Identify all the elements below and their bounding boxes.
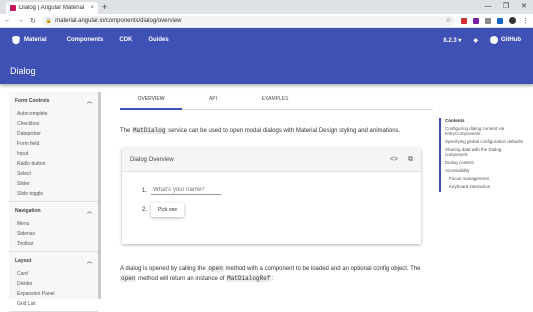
back-icon[interactable]: ← xyxy=(4,17,11,24)
chevron-up-icon: ︿ xyxy=(87,98,92,105)
page-header: Dialog xyxy=(0,52,533,84)
sidenav-section: Layout︿ Card Divider Expansion Panel Gri… xyxy=(9,252,98,312)
sidenav-item[interactable]: Checkbox xyxy=(9,119,98,129)
sidenav-item[interactable]: Radio button xyxy=(9,159,98,169)
chevron-up-icon: ︿ xyxy=(87,258,92,265)
doc-tabs: OVERVIEW API EXAMPLES xyxy=(120,86,433,110)
url-text: material.angular.io/components/dialog/ov… xyxy=(55,18,181,24)
close-tab-icon[interactable]: × xyxy=(90,5,94,11)
toc-link[interactable]: Accessibility xyxy=(445,168,525,173)
sidenav-item[interactable]: Toolbar xyxy=(9,239,98,249)
example-header: Dialog Overview <> ⧉ xyxy=(122,148,421,172)
sidenav-item[interactable]: Slider xyxy=(9,179,98,189)
close-window-button[interactable]: ✕ xyxy=(515,0,533,14)
browser-tab[interactable]: Dialog | Angular Material × xyxy=(6,2,98,14)
sidenav-item[interactable]: Menu xyxy=(9,219,98,229)
angular-favicon-icon xyxy=(10,5,16,11)
forward-icon[interactable]: → xyxy=(17,17,24,24)
example-viewer: Dialog Overview <> ⧉ 1. 2. Pick one xyxy=(122,148,421,244)
app-toolbar: Material Components CDK Guides 8.2.3 ▾ ◈… xyxy=(0,28,533,52)
intro-paragraph: The MatDialog service can be used to ope… xyxy=(120,126,423,136)
extension-icon[interactable] xyxy=(485,18,491,24)
bookmark-star-icon[interactable]: ☆ xyxy=(446,17,451,24)
sidenav-section-header[interactable]: Layout︿ xyxy=(9,254,98,269)
chevron-up-icon: ︿ xyxy=(87,208,92,215)
toc-link[interactable]: Configuring dialog content via entryComp… xyxy=(445,126,525,136)
profile-avatar-icon[interactable] xyxy=(509,17,516,24)
reload-icon[interactable]: ↻ xyxy=(30,17,36,25)
toc-link[interactable]: Specifying global configuration defaults xyxy=(445,139,525,144)
toc-link[interactable]: Dialog content xyxy=(445,160,525,165)
toc-link[interactable]: Focus management xyxy=(445,176,525,181)
toc-link[interactable]: Sharing data with the Dialog component. xyxy=(445,147,525,157)
toc-link[interactable]: Keyboard interaction xyxy=(445,184,525,189)
github-icon xyxy=(490,36,498,44)
toc-title: Contents xyxy=(445,118,525,123)
sidenav-section: Navigation︿ Menu Sidenav Toolbar xyxy=(9,202,98,252)
sidenav-section-header[interactable]: Form Controls︿ xyxy=(9,94,98,109)
list-item: 1. xyxy=(142,186,401,195)
version-select[interactable]: 8.2.3 ▾ xyxy=(443,37,461,44)
name-input[interactable] xyxy=(151,186,221,195)
example-body: 1. 2. Pick one xyxy=(122,172,421,239)
extension-icon[interactable] xyxy=(461,18,467,24)
nav-components[interactable]: Components xyxy=(67,37,104,43)
sidenav-item[interactable]: Slide toggle xyxy=(9,189,98,199)
browser-tabbar: Dialog | Angular Material × + — ❐ ✕ xyxy=(0,0,533,14)
example-title: Dialog Overview xyxy=(130,157,174,163)
nav-guides[interactable]: Guides xyxy=(148,37,168,43)
new-tab-button[interactable]: + xyxy=(102,2,107,12)
tab-title: Dialog | Angular Material xyxy=(19,5,87,11)
sidenav-item[interactable]: Form field xyxy=(9,139,98,149)
sidenav-item[interactable]: Card xyxy=(9,269,98,279)
sidenav-item[interactable]: Select xyxy=(9,169,98,179)
table-of-contents: Contents Configuring dialog content via … xyxy=(439,118,525,192)
page-title: Dialog xyxy=(10,66,36,76)
sidenav-item[interactable]: Sidenav xyxy=(9,229,98,239)
maximize-button[interactable]: ❐ xyxy=(497,0,515,14)
window-controls: — ❐ ✕ xyxy=(479,0,533,14)
address-bar[interactable]: 🔒 material.angular.io/components/dialog/… xyxy=(42,16,455,26)
angular-logo-icon xyxy=(12,36,20,45)
open-in-new-icon[interactable]: ⧉ xyxy=(408,156,413,164)
description-paragraph: A dialog is opened by calling the open m… xyxy=(120,264,423,284)
theme-picker-icon[interactable]: ◈ xyxy=(473,37,478,44)
view-source-icon[interactable]: <> xyxy=(390,156,398,164)
extension-icon[interactable] xyxy=(497,18,503,24)
nav-cdk[interactable]: CDK xyxy=(119,37,132,43)
component-sidenav: Form Controls︿ Autocomplete Checkbox Dat… xyxy=(9,92,101,299)
list-item: 2. Pick one xyxy=(142,203,401,217)
sidenav-item[interactable]: Input xyxy=(9,149,98,159)
extension-icon[interactable] xyxy=(473,18,479,24)
sidenav-section-header[interactable]: Navigation︿ xyxy=(9,204,98,219)
sidenav-item[interactable]: Grid List xyxy=(9,299,98,309)
sidenav-item[interactable]: Datepicker xyxy=(9,129,98,139)
browser-toolbar: ← → ↻ 🔒 material.angular.io/components/d… xyxy=(0,14,533,28)
tab-examples[interactable]: EXAMPLES xyxy=(244,86,306,109)
sidenav-item[interactable]: Expansion Panel xyxy=(9,289,98,299)
lock-icon: 🔒 xyxy=(46,18,52,24)
main-content: OVERVIEW API EXAMPLES The MatDialog serv… xyxy=(110,84,433,299)
tab-api[interactable]: API xyxy=(182,86,244,109)
logo-label: Material xyxy=(24,37,47,43)
minimize-button[interactable]: — xyxy=(479,0,497,14)
sidenav-item[interactable]: Autocomplete xyxy=(9,109,98,119)
github-link[interactable]: GitHub xyxy=(490,36,521,44)
tab-overview[interactable]: OVERVIEW xyxy=(120,86,182,109)
material-logo-link[interactable]: Material xyxy=(12,36,47,45)
sidenav-item[interactable]: Divider xyxy=(9,279,98,289)
sidenav-section: Form Controls︿ Autocomplete Checkbox Dat… xyxy=(9,92,98,202)
browser-menu-icon[interactable]: ⋮ xyxy=(522,17,529,25)
pick-one-button[interactable]: Pick one xyxy=(151,203,184,217)
